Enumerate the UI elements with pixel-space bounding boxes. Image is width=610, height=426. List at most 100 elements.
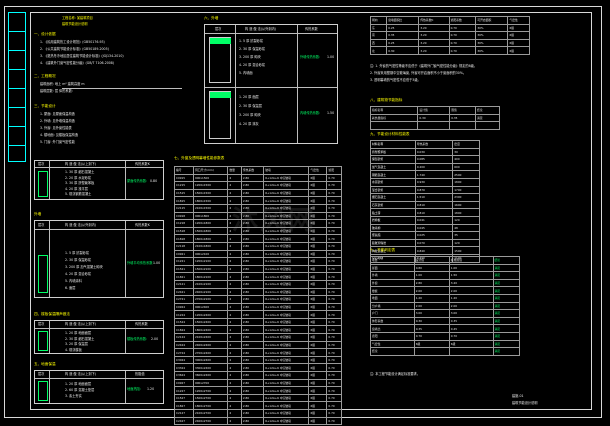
table-cell: 2300 (452, 193, 480, 202)
table-cell: 6级 (308, 386, 328, 395)
ground-layer-diagram (38, 381, 48, 401)
table-cell: 0.70 (326, 355, 342, 365)
table-cell: 6级 (308, 340, 328, 350)
table-cell: 1200x2100 (192, 257, 229, 266)
floor-k-value: 2.00 (151, 337, 159, 341)
table-cell: 屋面 (370, 263, 415, 273)
note-line: 注: 1. 外窗的气密性等级不应低于《建筑外门窗气密性能分级》规定的6级。 (370, 64, 477, 68)
table-cell: 6+12A+6 中空玻璃 (263, 393, 310, 403)
table-cell: 项目 (370, 256, 415, 265)
binding-strip (8, 12, 26, 162)
table-cell: 6级 (308, 371, 328, 380)
table-cell: 4 (227, 226, 242, 236)
ext-wall-k-label: 外墙传热系数: (300, 55, 321, 59)
table-cell: 设计值 (413, 256, 450, 265)
table-cell: 6级 (308, 257, 328, 266)
table-cell: C1824 (174, 325, 194, 335)
section2-heading: 二、工程概况 (34, 74, 56, 78)
table-row: 体形系数 0.30 0.35 满足 (370, 316, 520, 326)
table-cell: 0.70 (448, 23, 477, 33)
layer-row: 2. 60 厚 混凝土垫层 (65, 388, 95, 392)
table-cell: 4 (227, 393, 242, 403)
table-cell: 2.00 (413, 301, 450, 311)
wall-k-label: 外墙平均传热系数: (127, 261, 154, 265)
table-cell: 6级 (308, 310, 328, 319)
int-wall-finish-layer (210, 92, 231, 98)
table-cell: 2500 (452, 170, 480, 179)
table-cell: 4 (227, 325, 242, 335)
drawing-name: 建筑节能设计说明 (512, 401, 538, 405)
table-cell: 1500 (452, 246, 480, 255)
table-cell: 指标名称 (369, 106, 419, 115)
table-cell: 0.35 (448, 316, 494, 326)
table-cell: 遮阳系数 (448, 16, 477, 25)
table-cell: C1527 (174, 393, 194, 403)
window-table: 编号 洞口尺寸(mm) 数量 传热系数 玻璃 气密性 遮阳 C0915 900x1500 4 2.… (174, 166, 342, 426)
layer-row: 5. 内墙涂料 (65, 279, 82, 283)
table-row: C2115 2100x1500 4 2.80 6+12A+6 中空玻璃 6级 0.70 (174, 203, 342, 213)
layer-row: 4. 现浇楼板 (65, 347, 82, 352)
table-cell: 2.80 (240, 416, 265, 426)
floor-layer-diagram (38, 331, 48, 351)
table-row: C3624 3600x2400 4 2.80 6+12A+6 中空玻璃 6级 0.70 (174, 371, 342, 380)
table-row: 材料名称 导热系数 密度 (370, 140, 480, 149)
table-cell: 0.70 (326, 333, 342, 342)
table-cell: 数量 (227, 166, 242, 175)
table-cell: C1818 (174, 234, 194, 243)
table-row: C1521 1500x2100 4 2.80 6+12A+6 中空玻璃 6级 0.70 (174, 264, 342, 274)
table-cell: 0.70 (326, 295, 342, 304)
layer-row: 4. 20 厚 找平层 (65, 186, 88, 191)
table-cell: 4 (227, 272, 242, 281)
table-cell: 3600x2400 (192, 371, 229, 380)
table-cell: 0.025 (414, 231, 454, 240)
table-row: 耗热量指标 0.30 0.35 满足 (369, 113, 501, 123)
table-cell: 1600 (452, 200, 480, 210)
table-cell: 0.70 (326, 325, 342, 335)
table-row: 加气混凝土 0.200 600 (370, 162, 480, 172)
table-cell: 0.35 (449, 113, 476, 123)
table-row: C1218 1200x1800 4 2.80 6+12A+6 中空玻璃 6级 0.70 (174, 219, 342, 228)
table-cell: 满足 (492, 301, 520, 311)
table-cell: 0.30 (386, 46, 420, 55)
table-cell: 6+12A+6 中空玻璃 (263, 188, 310, 198)
layer-row: 2. 30 厚 保温砂浆 (65, 258, 92, 262)
table-cell: 0.30 (417, 113, 451, 123)
table-row: C2724 2700x2400 4 2.80 6+12A+6 中空玻璃 6级 0.70 (174, 348, 342, 357)
summary-table: 项目 设计值 标准限值 结论 屋面 0.80 1.00 满足 外墙 1.00 1.50 满足 外窗 2.8… (370, 256, 520, 356)
table-cell: 混合砂浆 (370, 185, 416, 195)
table-cell: 玻璃棉 (370, 223, 416, 233)
table-cell: 30% (475, 31, 509, 40)
table-cell: 钢筋混凝土 (370, 170, 416, 179)
table-cell: 1.20 (448, 293, 494, 303)
table-cell: 挤塑聚苯板 (370, 147, 416, 157)
table-cell: C2118 (174, 241, 194, 251)
summary-heading: 十、节能判定表 (370, 248, 396, 252)
table-cell: 48 (452, 223, 480, 233)
table-cell: 30% (475, 38, 509, 48)
table-cell: 设计值 (417, 106, 451, 115)
table-cell: 0.70 (326, 386, 342, 395)
table-cell: C2424 (174, 340, 194, 350)
table-row: 结论 满足 (370, 347, 520, 356)
table-cell: 1800x1800 (192, 234, 229, 243)
table-cell: 2.80 (240, 249, 265, 259)
table-cell: 3.20 (448, 278, 494, 288)
layer-row: 2. 30 厚 细石混凝土 (65, 336, 95, 341)
table-cell: 膨胀珍珠岩 (370, 238, 416, 248)
table-cell: 0.35 (386, 31, 420, 40)
table-cell: 6级 (308, 393, 328, 403)
table-row: C2721 2700x2100 4 2.80 6+12A+6 中空玻璃 6级 0.70 (174, 295, 342, 304)
table-cell: 6+12A+6 中空玻璃 (263, 203, 310, 213)
table-row: C2121 2100x2100 4 2.80 6+12A+6 中空玻璃 6级 0.70 (174, 279, 342, 289)
table-cell: 4 (227, 378, 242, 388)
table-cell: 4 (227, 310, 242, 319)
table-row: C2118 2100x1800 4 2.80 6+12A+6 中空玻璃 6级 0.70 (174, 241, 342, 251)
table-cell: C0918 (174, 211, 194, 221)
table-cell: C1221 (174, 257, 194, 266)
table-cell: 气密性 (507, 16, 530, 25)
table-cell: 导热系数 (414, 140, 454, 149)
table-cell: 可开启面积 (475, 16, 509, 25)
table-cell: 3000x2400 (192, 355, 229, 365)
table-row: 气密性 6级 6级 满足 (370, 339, 520, 349)
table-cell: 4 (227, 196, 242, 205)
